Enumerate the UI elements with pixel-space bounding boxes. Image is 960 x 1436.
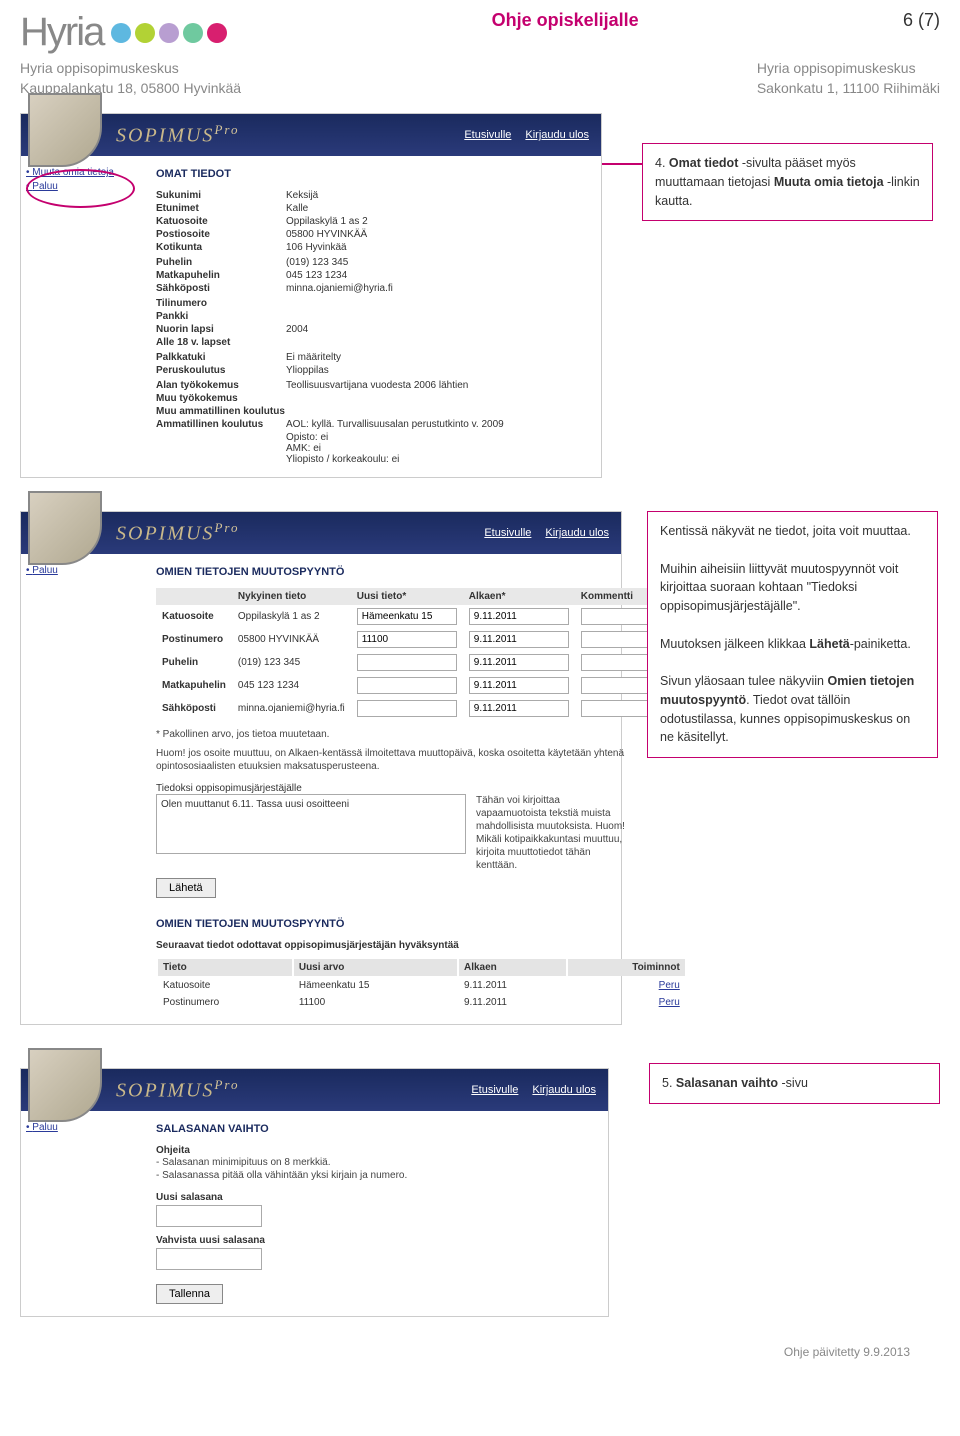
section-title: SALASANAN VAIHTO (156, 1123, 593, 1135)
info-row: Tilinumero (156, 298, 586, 309)
pw-rule-2: - Salasanassa pitää olla vähintään yksi … (156, 1169, 593, 1182)
pending-row: KatuosoiteHämeenkatu 159.11.2011Peru (158, 978, 685, 993)
footer-date: Ohje päivitetty 9.9.2013 (20, 1345, 940, 1369)
org-left-name: Hyria oppisopimuskeskus (20, 59, 241, 79)
callout-4: 4. Omat tiedot -sivulta pääset myös muut… (642, 143, 933, 221)
callout-p2: Muihin aiheisiin liittyvät muutospyynnöt… (660, 560, 925, 616)
change-table: Nykyinen tietoUusi tieto*Alkaen*Kommentt… (156, 588, 687, 720)
info-row: Matkapuhelin045 123 1234 (156, 270, 586, 281)
sidebar-muuta-link[interactable]: Muuta omia tietoja (26, 167, 136, 178)
table-row: Postinumero05800 HYVINKÄÄ (156, 628, 687, 651)
new-pw-input[interactable] (156, 1205, 262, 1227)
table-row: Matkapuhelin045 123 1234 (156, 674, 687, 697)
page-number: 6 (7) (903, 10, 940, 31)
info-row: Muu ammatillinen koulutus (156, 406, 586, 417)
peru-link[interactable]: Peru (659, 980, 680, 991)
callout-5: 5. Salasanan vaihto -sivu (649, 1063, 940, 1104)
msg-label: Tiedoksi oppisopimusjärjestäjälle (156, 783, 687, 794)
callout-p3: Muutoksen jälkeen klikkaa Lähetä-painike… (660, 635, 925, 654)
section-title: OMAT TIEDOT (156, 168, 586, 180)
from-date-input[interactable] (469, 677, 569, 694)
screenshot-muutospyynto: SOPIMUSPro Etusivulle Kirjaudu ulos Palu… (20, 511, 622, 1025)
new-value-input[interactable] (357, 677, 457, 694)
doc-title: Ohje opiskelijalle (492, 10, 639, 31)
nav-home-link[interactable]: Etusivulle (464, 129, 511, 141)
screenshot-omat-tiedot: SOPIMUSPro Etusivulle Kirjaudu ulos Muut… (20, 113, 602, 478)
callout-kentissa: Kentissä näkyvät ne tiedot, joita voit m… (647, 511, 938, 758)
info-extra: Yliopisto / korkeakoulu: ei (286, 454, 586, 465)
from-date-input[interactable] (469, 631, 569, 648)
logo-text: Hyria (20, 10, 103, 55)
info-row: PeruskoulutusYlioppilas (156, 365, 586, 376)
info-row: Muu työkokemus (156, 393, 586, 404)
sidebar: Muuta omia tietoja Paluu (21, 156, 141, 477)
save-button[interactable]: Tallenna (156, 1284, 223, 1304)
new-value-input[interactable] (357, 608, 457, 625)
nav-home-link[interactable]: Etusivulle (484, 527, 531, 539)
from-date-input[interactable] (469, 654, 569, 671)
info-row: Alan työkokemusTeollisuusvartijana vuode… (156, 380, 586, 391)
table-row: KatuosoiteOppilaskylä 1 as 2 (156, 605, 687, 628)
info-row: Nuorin lapsi2004 (156, 324, 586, 335)
info-row: Sähköpostiminna.ojaniemi@hyria.fi (156, 283, 586, 294)
pending-row: Postinumero111009.11.2011Peru (158, 995, 685, 1010)
app-title: SOPIMUSPro (116, 1077, 239, 1103)
callout-p4: Sivun yläosaan tulee näkyviin Omien tiet… (660, 672, 925, 747)
sidebar-paluu-link[interactable]: Paluu (26, 565, 136, 576)
address-hint: Huom! jos osoite muuttuu, on Alkaen-kent… (156, 747, 687, 773)
screenshot-salasana: SOPIMUSPro Etusivulle Kirjaudu ulos Palu… (20, 1068, 609, 1317)
msg-tip: Tähän voi kirjoittaa vapaamuotoista teks… (476, 794, 626, 872)
app-title: SOPIMUSPro (116, 122, 239, 148)
pending-sub: Seuraavat tiedot odottavat oppisopimusjä… (156, 940, 687, 951)
info-row: Ammatillinen koulutusAOL: kyllä. Turvall… (156, 419, 586, 430)
info-row: SukunimiKeksijä (156, 190, 586, 201)
peru-link[interactable]: Peru (659, 997, 680, 1008)
nav-logout-link[interactable]: Kirjaudu ulos (525, 129, 589, 141)
info-row: Postiosoite05800 HYVINKÄÄ (156, 229, 586, 240)
app-title: SOPIMUSPro (116, 520, 239, 546)
new-value-input[interactable] (357, 631, 457, 648)
info-row: KatuosoiteOppilaskylä 1 as 2 (156, 216, 586, 227)
mandatory-note: * Pakollinen arvo, jos tietoa muutetaan. (156, 728, 687, 741)
nav-logout-link[interactable]: Kirjaudu ulos (545, 527, 609, 539)
logo: Hyria (20, 10, 227, 55)
sidebar-paluu-link[interactable]: Paluu (26, 1122, 136, 1133)
nav-home-link[interactable]: Etusivulle (471, 1084, 518, 1096)
ohjeita-label: Ohjeita (156, 1145, 593, 1156)
sidebar: Paluu (21, 1111, 141, 1316)
info-extra: Opisto: ei (286, 432, 586, 443)
send-button[interactable]: Lähetä (156, 878, 216, 898)
callout-p1: Kentissä näkyvät ne tiedot, joita voit m… (660, 522, 925, 541)
info-row: PalkkatukiEi määritelty (156, 352, 586, 363)
new-value-input[interactable] (357, 700, 457, 717)
info-row: Alle 18 v. lapset (156, 337, 586, 348)
new-pw-label: Uusi salasana (156, 1192, 593, 1203)
info-row: Kotikunta106 Hyvinkää (156, 242, 586, 253)
confirm-pw-input[interactable] (156, 1248, 262, 1270)
info-row: EtunimetKalle (156, 203, 586, 214)
org-right: Hyria oppisopimuskeskus Sakonkatu 1, 111… (757, 59, 940, 98)
section-title: OMIEN TIETOJEN MUUTOSPYYNTÖ (156, 566, 687, 578)
logo-dots (111, 23, 227, 43)
from-date-input[interactable] (469, 700, 569, 717)
confirm-pw-label: Vahvista uusi salasana (156, 1235, 593, 1246)
info-row: Puhelin(019) 123 345 (156, 257, 586, 268)
pending-table: TietoUusi arvoAlkaenToiminnotKatuosoiteH… (156, 957, 687, 1012)
nav-logout-link[interactable]: Kirjaudu ulos (532, 1084, 596, 1096)
org-right-addr: Sakonkatu 1, 11100 Riihimäki (757, 79, 940, 99)
msg-textarea[interactable]: Olen muuttanut 6.11. Tassa uusi osoittee… (156, 794, 466, 854)
from-date-input[interactable] (469, 608, 569, 625)
table-row: Sähköpostiminna.ojaniemi@hyria.fi (156, 697, 687, 720)
info-extra: AMK: ei (286, 443, 586, 454)
new-value-input[interactable] (357, 654, 457, 671)
arrow-line (602, 163, 642, 165)
sidebar: Paluu (21, 554, 141, 1024)
table-row: Puhelin(019) 123 345 (156, 651, 687, 674)
org-right-name: Hyria oppisopimuskeskus (757, 59, 940, 79)
pending-title: OMIEN TIETOJEN MUUTOSPYYNTÖ (156, 918, 687, 930)
info-row: Pankki (156, 311, 586, 322)
pw-rule-1: - Salasanan minimipituus on 8 merkkiä. (156, 1156, 593, 1169)
sidebar-paluu-link[interactable]: Paluu (26, 181, 136, 192)
